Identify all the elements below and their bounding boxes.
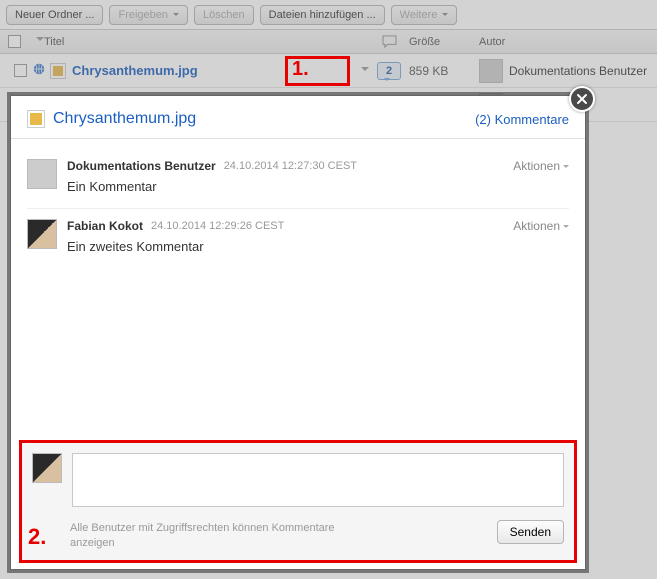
comment-author: Fabian Kokot	[67, 219, 143, 233]
avatar-icon	[32, 453, 62, 483]
compose-hint: Alle Benutzer mit Zugriffsrechten können…	[70, 521, 370, 550]
annotation-2-label: 2.	[28, 524, 46, 550]
annotation-1-box	[285, 56, 350, 86]
popup-title[interactable]: Chrysanthemum.jpg	[53, 110, 196, 128]
file-thumbnail-icon	[27, 110, 45, 128]
comment-text: Ein Kommentar	[67, 179, 569, 194]
avatar-icon	[27, 159, 57, 189]
comment-actions-menu[interactable]: Aktionen	[513, 219, 569, 233]
comments-count-link[interactable]: (2) Kommentare	[475, 112, 569, 127]
comment-item: Dokumentations Benutzer 24.10.2014 12:27…	[27, 149, 569, 209]
comment-input[interactable]	[72, 453, 564, 507]
background-page: Neuer Ordner ... Freigeben Löschen Datei…	[0, 0, 657, 579]
popup-header: Chrysanthemum.jpg (2) Kommentare	[11, 96, 585, 139]
close-button[interactable]	[569, 86, 595, 112]
comment-date: 24.10.2014 12:29:26 CEST	[151, 220, 284, 232]
compose-area: Alle Benutzer mit Zugriffsrechten können…	[19, 440, 577, 563]
comment-text: Ein zweites Kommentar	[67, 239, 569, 254]
comments-popup: Chrysanthemum.jpg (2) Kommentare Dokumen…	[10, 95, 586, 570]
comments-list: Dokumentations Benutzer 24.10.2014 12:27…	[11, 139, 585, 268]
send-button[interactable]: Senden	[497, 520, 564, 544]
comment-item: Fabian Kokot 24.10.2014 12:29:26 CEST Ak…	[27, 209, 569, 268]
avatar-icon	[27, 219, 57, 249]
comment-actions-menu[interactable]: Aktionen	[513, 159, 569, 173]
comment-author: Dokumentations Benutzer	[67, 159, 216, 173]
comment-date: 24.10.2014 12:27:30 CEST	[224, 160, 357, 172]
